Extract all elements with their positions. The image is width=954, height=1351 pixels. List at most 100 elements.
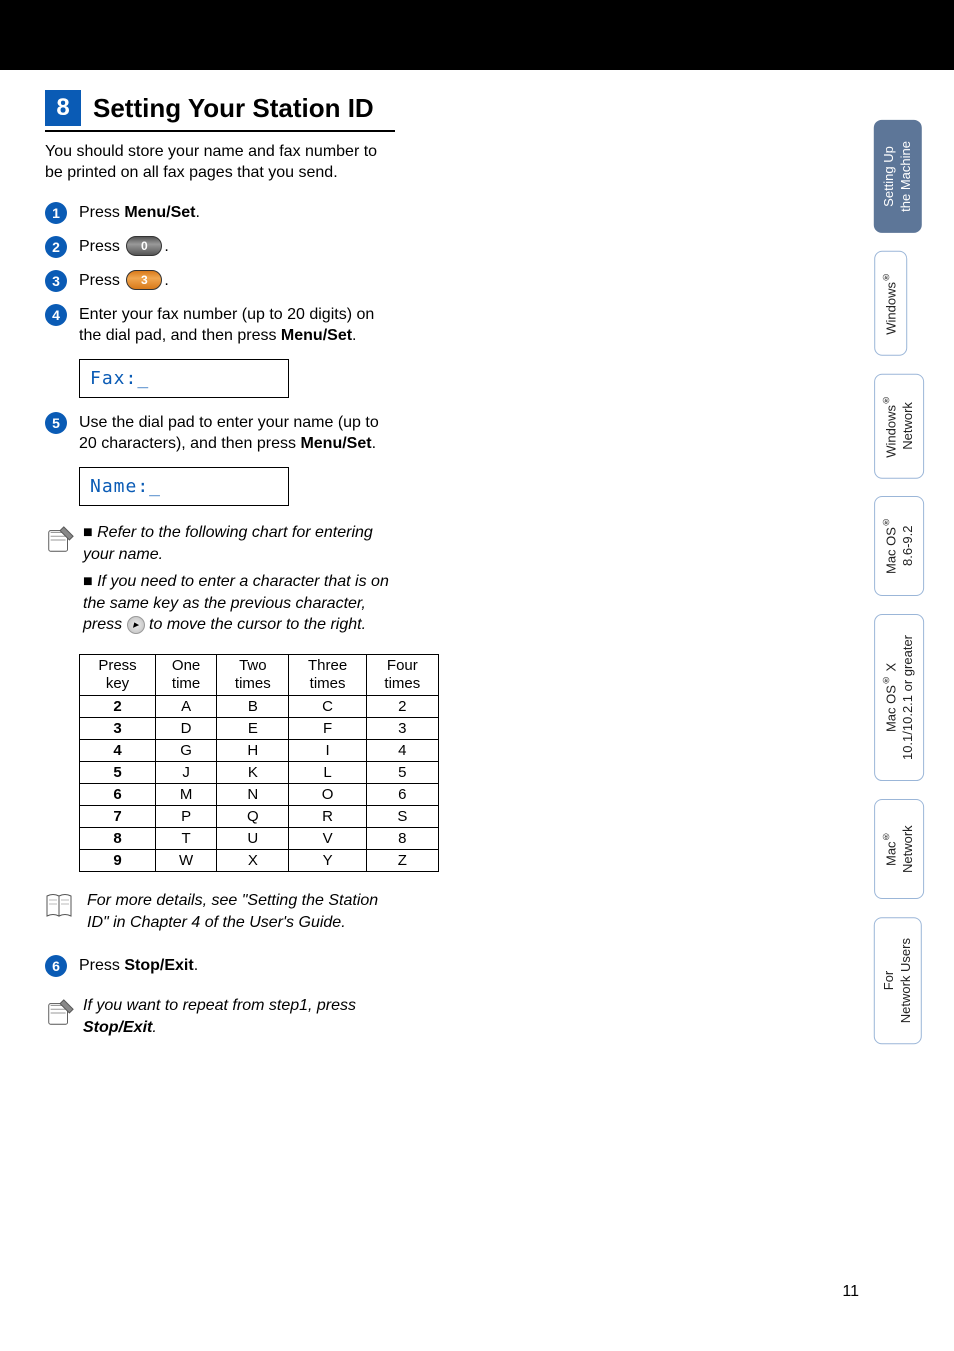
cell-c2: E — [217, 717, 289, 739]
step-1-num: 1 — [45, 202, 67, 224]
cell-c1: G — [155, 739, 216, 761]
tab-6-b: Network — [900, 826, 915, 874]
step-2-body: Press 0. — [79, 236, 395, 258]
tab-1-a: Setting Up — [881, 146, 896, 207]
tab-4-b: 8.6-9.2 — [900, 526, 915, 566]
repeat-note-text: If you want to repeat from step1, press … — [83, 995, 395, 1038]
cell-c2: U — [217, 827, 289, 849]
step-6-pre: Press — [79, 957, 124, 974]
cell-c1: D — [155, 717, 216, 739]
cell-key: 6 — [80, 783, 156, 805]
tab-5-b: X — [883, 663, 898, 675]
step-6: 6 Press Stop/Exit. — [45, 955, 395, 977]
step-5-num: 5 — [45, 412, 67, 434]
table-row: 3DEF3 — [80, 717, 439, 739]
tab-1-b: the Machine — [898, 141, 913, 212]
side-tabs: Setting Upthe Machine Windows® Windows®N… — [874, 120, 924, 1063]
cell-c3: O — [289, 783, 366, 805]
tab-7-b: Network Users — [898, 938, 913, 1023]
table-row: 6MNO6 — [80, 783, 439, 805]
step-3-post: . — [164, 272, 168, 289]
step-1: 1 Press Menu/Set. — [45, 202, 395, 224]
note-samekey-b-pre: press — [83, 616, 127, 633]
cell-c4: 5 — [366, 761, 438, 783]
step-4-text-b: . — [352, 327, 356, 344]
step-1-pre: Press — [79, 204, 124, 221]
step-4: 4 Enter your fax number (up to 20 digits… — [45, 304, 395, 347]
lcd-name: Name:_ — [79, 467, 289, 506]
th-four: Fourtimes — [366, 654, 438, 695]
repeat-note-b: Stop/Exit — [83, 1019, 152, 1036]
cell-c3: L — [289, 761, 366, 783]
top-bar — [0, 0, 954, 70]
cell-c1: T — [155, 827, 216, 849]
table-row: 9WXYZ — [80, 849, 439, 871]
step-1-bold: Menu/Set — [124, 204, 195, 221]
main-content: 8 Setting Your Station ID You should sto… — [0, 70, 440, 1038]
cell-key: 7 — [80, 805, 156, 827]
cell-c4: Z — [366, 849, 438, 871]
cell-c1: P — [155, 805, 216, 827]
th-three: Threetimes — [289, 654, 366, 695]
tab-3-b: Network — [900, 402, 915, 450]
step-6-body: Press Stop/Exit. — [79, 955, 395, 977]
cell-key: 3 — [80, 717, 156, 739]
cell-c2: H — [217, 739, 289, 761]
note-icon — [45, 525, 75, 560]
cell-c2: K — [217, 761, 289, 783]
note-samekey-b-post: to move the cursor to the right. — [145, 616, 366, 633]
dialpad-key-0-icon: 0 — [126, 236, 162, 256]
cell-c3: F — [289, 717, 366, 739]
nav-right-icon: ▸ — [127, 616, 145, 634]
step-4-bold: Menu/Set — [281, 327, 352, 344]
th-key: Presskey — [80, 654, 156, 695]
step-6-num: 6 — [45, 955, 67, 977]
cell-key: 4 — [80, 739, 156, 761]
cell-key: 2 — [80, 695, 156, 717]
step-2: 2 Press 0. — [45, 236, 395, 258]
step-3-body: Press 3. — [79, 270, 395, 292]
th-one-label: Onetime — [172, 657, 200, 692]
char-entry-table: Presskey Onetime Twotimes Threetimes Fou… — [79, 654, 439, 872]
tab-windows[interactable]: Windows® — [874, 251, 907, 356]
cell-c4: 3 — [366, 717, 438, 739]
cell-c3: I — [289, 739, 366, 761]
intro-text: You should store your name and fax numbe… — [45, 142, 395, 184]
tab-macosx[interactable]: Mac OS® X10.1/10.2.1 or greater — [874, 614, 924, 781]
cell-c3: V — [289, 827, 366, 849]
step-6-bold: Stop/Exit — [124, 957, 193, 974]
tab-setting-up[interactable]: Setting Upthe Machine — [874, 120, 922, 233]
th-two: Twotimes — [217, 654, 289, 695]
dialpad-key-3-icon: 3 — [126, 270, 162, 290]
note-icon-2 — [45, 998, 75, 1033]
table-row: 5JKL5 — [80, 761, 439, 783]
tab-6-a: Mac — [883, 842, 898, 867]
step-3-num: 3 — [45, 270, 67, 292]
cell-c1: W — [155, 849, 216, 871]
cell-c1: A — [155, 695, 216, 717]
th-three-label: Threetimes — [308, 657, 347, 692]
step-5: 5 Use the dial pad to enter your name (u… — [45, 412, 395, 455]
tab-network-users[interactable]: ForNetwork Users — [874, 917, 922, 1044]
cell-c1: M — [155, 783, 216, 805]
table-row: 7PQRS — [80, 805, 439, 827]
cell-c4: 8 — [366, 827, 438, 849]
step-2-post: . — [164, 238, 168, 255]
cell-c4: 2 — [366, 695, 438, 717]
tab-7-a: For — [881, 971, 896, 991]
note-samekey: If you need to enter a character that is… — [83, 571, 395, 636]
table-row: 2ABC2 — [80, 695, 439, 717]
tab-mac-network[interactable]: Mac®Network — [874, 799, 924, 899]
note-text: Refer to the following chart for enterin… — [83, 522, 395, 642]
cell-c2: X — [217, 849, 289, 871]
cell-c4: 6 — [366, 783, 438, 805]
cell-c4: S — [366, 805, 438, 827]
tab-windows-network[interactable]: Windows®Network — [874, 374, 924, 479]
repeat-note: If you want to repeat from step1, press … — [45, 995, 395, 1038]
cell-key: 5 — [80, 761, 156, 783]
tab-macos86[interactable]: Mac OS®8.6-9.2 — [874, 496, 924, 596]
section-number-box: 8 — [45, 90, 81, 126]
section-header: 8 Setting Your Station ID — [45, 90, 395, 132]
th-one: Onetime — [155, 654, 216, 695]
tab-5-a: Mac OS — [883, 686, 898, 733]
